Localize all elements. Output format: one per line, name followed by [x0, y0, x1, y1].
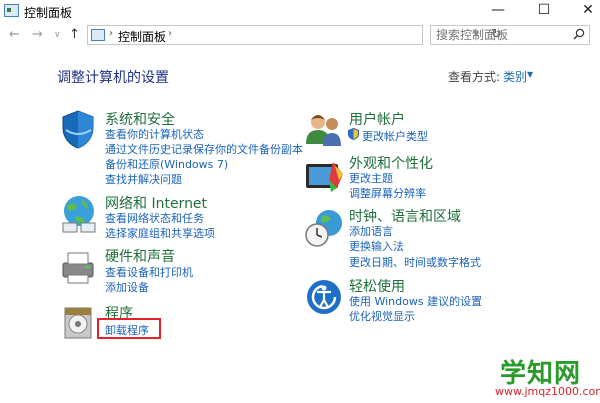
link-optimize-visual-display[interactable]: 优化视觉显示 [349, 308, 415, 324]
navigation-bar: ← → ∨ ↑ › 控制面板 › ∨ ↻ [0, 25, 600, 47]
link-homegroup-sharing[interactable]: 选择家庭组和共享选项 [105, 225, 215, 241]
back-arrow-icon[interactable]: ← [9, 27, 20, 42]
users-icon[interactable] [303, 108, 345, 150]
control-panel-icon [91, 29, 105, 41]
link-add-language[interactable]: 添加语言 [349, 223, 393, 239]
link-add-device[interactable]: 添加设备 [105, 279, 149, 295]
category-user-accounts[interactable]: 用户帐户 [349, 109, 405, 129]
forward-arrow-icon[interactable]: → [32, 27, 43, 42]
minimize-button[interactable]: — [476, 0, 520, 22]
link-backup-restore[interactable]: 备份和还原(Windows 7) [105, 156, 228, 172]
chevron-down-icon[interactable]: ▼ [527, 70, 533, 79]
search-box[interactable] [430, 25, 590, 45]
link-change-date-time-format[interactable]: 更改日期、时间或数字格式 [349, 254, 481, 270]
view-by-label: 查看方式: [448, 70, 501, 84]
link-change-account-type[interactable]: 更改帐户类型 [362, 128, 428, 144]
appearance-icon[interactable] [303, 156, 345, 198]
printer-icon[interactable] [57, 247, 99, 289]
breadcrumb-separator-icon: › [109, 28, 113, 39]
watermark-url: www.jmqz1000.com [495, 385, 600, 398]
link-screen-resolution[interactable]: 调整屏幕分辨率 [349, 185, 426, 201]
link-troubleshoot[interactable]: 查找并解决问题 [105, 171, 182, 187]
link-windows-recommended-settings[interactable]: 使用 Windows 建议的设置 [349, 293, 482, 309]
network-globe-icon[interactable] [57, 193, 99, 235]
view-by-dropdown[interactable]: 类别 [503, 68, 527, 85]
breadcrumb-control-panel[interactable]: 控制面板 [118, 28, 166, 45]
close-button[interactable]: ✕ [566, 0, 600, 22]
shield-icon[interactable] [57, 108, 99, 150]
title-bar: 控制面板 — ☐ ✕ [0, 0, 600, 24]
address-bar[interactable]: › 控制面板 › ∨ ↻ [87, 25, 502, 45]
search-icon[interactable] [573, 28, 585, 40]
up-arrow-icon[interactable]: ↑ [69, 27, 80, 42]
recent-locations-dropdown-icon[interactable]: ∨ [54, 30, 61, 40]
ease-of-access-icon[interactable] [303, 276, 345, 318]
uninstall-highlight-box [97, 318, 161, 339]
link-devices-printers[interactable]: 查看设备和打印机 [105, 264, 193, 280]
link-network-status[interactable]: 查看网络状态和任务 [105, 210, 204, 226]
link-change-theme[interactable]: 更改主题 [349, 170, 393, 186]
search-input[interactable] [436, 27, 566, 43]
maximize-button[interactable]: ☐ [522, 0, 566, 22]
clock-globe-icon[interactable] [303, 207, 345, 249]
window-title: 控制面板 [24, 6, 73, 20]
uac-shield-icon [348, 128, 359, 140]
programs-icon[interactable] [57, 300, 99, 342]
link-change-input-method[interactable]: 更换输入法 [349, 238, 404, 254]
category-hardware-sound[interactable]: 硬件和声音 [105, 246, 175, 266]
link-view-computer-status[interactable]: 查看你的计算机状态 [105, 126, 204, 142]
link-file-history-backup[interactable]: 通过文件历史记录保存你的文件备份副本 [105, 141, 303, 157]
control-panel-icon [4, 4, 19, 17]
breadcrumb-separator-icon[interactable]: › [168, 28, 172, 39]
page-title: 调整计算机的设置 [57, 70, 169, 86]
